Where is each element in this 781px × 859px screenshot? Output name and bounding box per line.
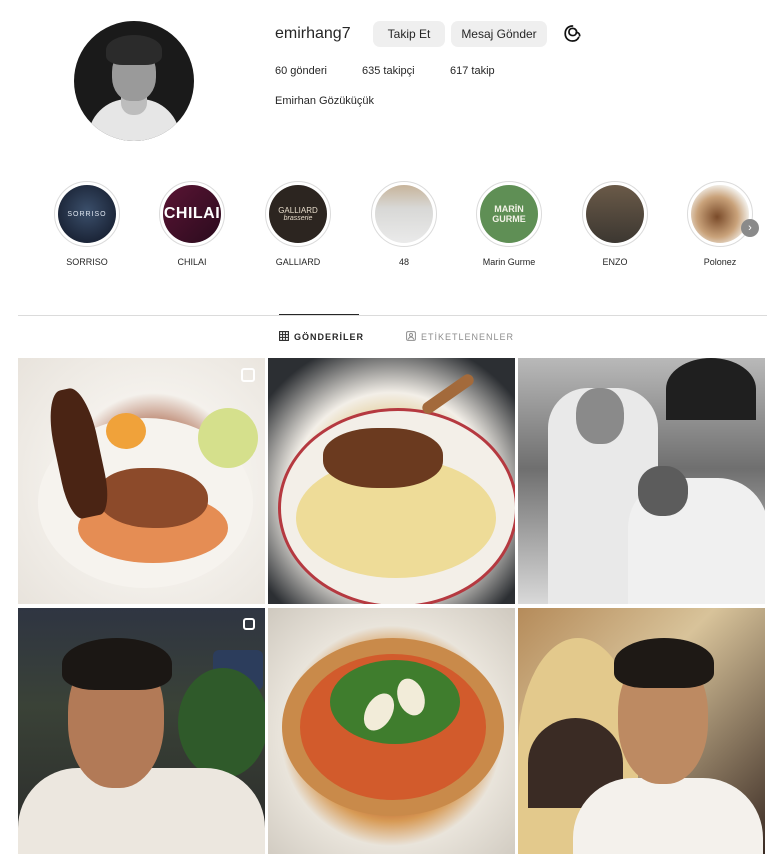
- chevron-right-icon[interactable]: ›: [741, 219, 759, 237]
- posts-count: 60 gönderi: [275, 65, 327, 77]
- follow-button[interactable]: Takip Et: [373, 21, 445, 47]
- highlight-48[interactable]: 48: [360, 181, 448, 267]
- highlight-label: ENZO: [602, 257, 628, 267]
- highlight-label: Marin Gurme: [482, 257, 536, 267]
- highlight-cover: CHILAI: [163, 185, 221, 243]
- tagged-icon: [406, 331, 416, 343]
- active-tab-indicator: [279, 314, 359, 315]
- threads-icon[interactable]: [563, 24, 582, 43]
- message-button[interactable]: Mesaj Gönder: [451, 21, 547, 47]
- highlight-cover: [375, 185, 433, 243]
- profile-username: emirhang7: [275, 25, 351, 42]
- highlight-galliard[interactable]: GALLIARD brasserie GALLIARD: [254, 181, 342, 267]
- post-tile[interactable]: [518, 358, 765, 604]
- highlight-label: 48: [398, 257, 409, 267]
- tab-posts-label: GÖNDERİLER: [294, 332, 365, 342]
- tab-tagged[interactable]: ETİKETLENENLER: [406, 331, 514, 343]
- highlight-marin-gurme[interactable]: MARİN GURME Marin Gurme: [465, 181, 553, 267]
- highlight-cover: SORRISO: [58, 185, 116, 243]
- highlight-chilai[interactable]: CHILAI CHILAI: [148, 181, 236, 267]
- tab-tagged-label: ETİKETLENENLER: [421, 332, 515, 342]
- highlight-cover: GALLIARD brasserie: [269, 185, 327, 243]
- tabs-divider: [18, 315, 767, 316]
- post-tile[interactable]: [268, 608, 515, 854]
- multiple-photos-icon: [241, 368, 255, 382]
- post-tile[interactable]: [518, 608, 765, 854]
- grid-icon: [279, 331, 289, 343]
- post-tile[interactable]: [18, 608, 265, 854]
- highlight-label: Polonez: [703, 257, 737, 267]
- highlight-enzo[interactable]: ENZO: [571, 181, 659, 267]
- post-tile[interactable]: [268, 358, 515, 604]
- profile-full-name: Emirhan Gözüküçük: [275, 95, 375, 107]
- highlight-label: SORRISO: [66, 257, 108, 267]
- highlight-sorriso[interactable]: SORRISO SORRISO: [43, 181, 131, 267]
- highlight-cover: [586, 185, 644, 243]
- highlight-label: GALLIARD: [275, 257, 321, 267]
- followers-count[interactable]: 635 takipçi: [362, 65, 415, 77]
- profile-avatar[interactable]: [74, 21, 194, 141]
- tab-posts[interactable]: GÖNDERİLER: [279, 331, 364, 343]
- highlight-cover: [691, 185, 749, 243]
- highlight-cover: MARİN GURME: [480, 185, 538, 243]
- highlight-label: CHILAI: [177, 257, 207, 267]
- following-count[interactable]: 617 takip: [450, 65, 495, 77]
- multiple-photos-icon: [243, 618, 255, 630]
- post-tile[interactable]: [18, 358, 265, 604]
